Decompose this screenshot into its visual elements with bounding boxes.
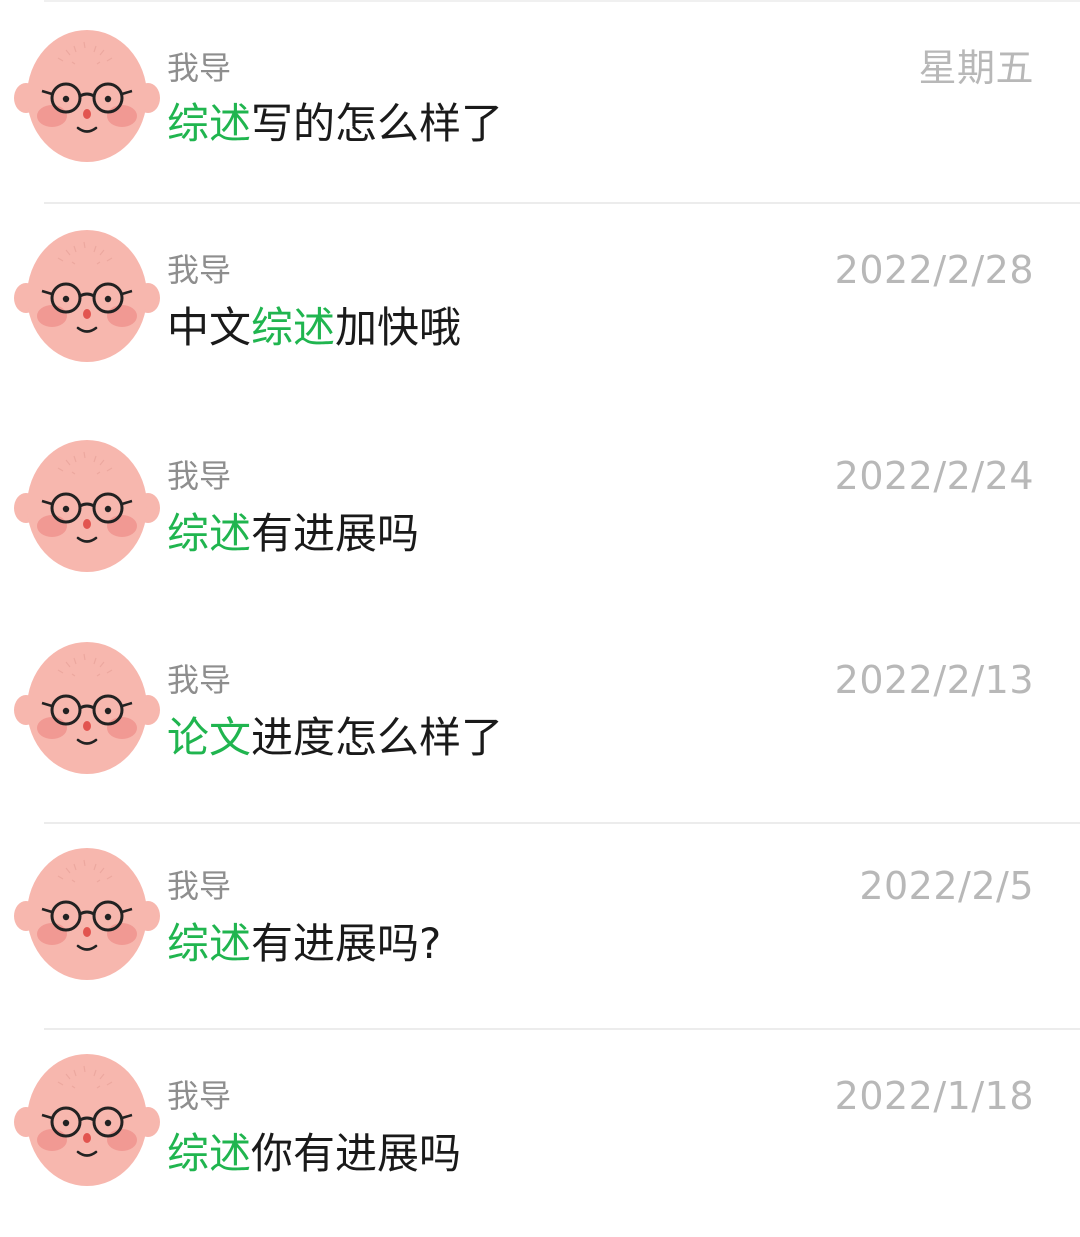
conversation-item[interactable]: 我导 2022/2/28 中文综述加快哦	[0, 204, 1080, 412]
message-rest: 你有进展吗	[251, 1129, 462, 1178]
message-time: 2022/1/18	[834, 1074, 1034, 1118]
message-time: 2022/2/13	[834, 658, 1034, 702]
message-keyword-highlight: 论文	[167, 713, 252, 762]
message-rest: 加快哦	[335, 303, 462, 352]
conversation-item[interactable]: 我导 星期五 综述写的怎么样了	[0, 0, 1080, 204]
sender-name: 我导	[167, 251, 232, 289]
conversation-item[interactable]: 我导 2022/2/13 论文进度怎么样了	[0, 618, 1080, 824]
message-keyword-highlight: 综述	[167, 919, 252, 968]
message-rest: 有进展吗?	[251, 919, 442, 968]
conversation-item[interactable]: 我导 2022/1/18 综述你有进展吗	[0, 1030, 1080, 1237]
message-preview: 综述写的怎么样了	[167, 98, 503, 150]
message-rest: 写的怎么样了	[251, 99, 504, 148]
sender-name: 我导	[167, 661, 232, 699]
avatar-icon[interactable]	[14, 640, 160, 776]
message-keyword-highlight: 综述	[167, 1129, 252, 1178]
message-preview: 综述你有进展吗	[167, 1128, 461, 1180]
message-time: 2022/2/28	[834, 248, 1034, 292]
avatar-icon[interactable]	[14, 438, 160, 574]
message-keyword-highlight: 综述	[251, 303, 336, 352]
conversation-item[interactable]: 我导 2022/2/24 综述有进展吗	[0, 412, 1080, 618]
avatar-icon[interactable]	[14, 1052, 160, 1188]
message-prefix: 中文	[167, 303, 252, 352]
message-preview: 论文进度怎么样了	[167, 712, 503, 764]
message-rest: 有进展吗	[251, 509, 420, 558]
message-time: 2022/2/5	[859, 864, 1034, 908]
avatar-icon[interactable]	[14, 228, 160, 364]
avatar-icon[interactable]	[14, 28, 160, 164]
message-keyword-highlight: 综述	[167, 99, 252, 148]
message-preview: 综述有进展吗	[167, 508, 419, 560]
conversation-list: 我导 星期五 综述写的怎么样了 我导 2022/2/28 中文综述加快哦 我导 …	[0, 0, 1080, 1237]
sender-name: 我导	[167, 1077, 232, 1115]
sender-name: 我导	[167, 867, 232, 905]
avatar-icon[interactable]	[14, 846, 160, 982]
sender-name: 我导	[167, 49, 232, 87]
message-time: 2022/2/24	[834, 454, 1034, 498]
message-keyword-highlight: 综述	[167, 509, 252, 558]
message-preview: 中文综述加快哦	[167, 302, 461, 354]
message-preview: 综述有进展吗?	[167, 918, 441, 970]
message-rest: 进度怎么样了	[251, 713, 504, 762]
sender-name: 我导	[167, 457, 232, 495]
conversation-item[interactable]: 我导 2022/2/5 综述有进展吗?	[0, 824, 1080, 1030]
message-time: 星期五	[918, 46, 1034, 90]
